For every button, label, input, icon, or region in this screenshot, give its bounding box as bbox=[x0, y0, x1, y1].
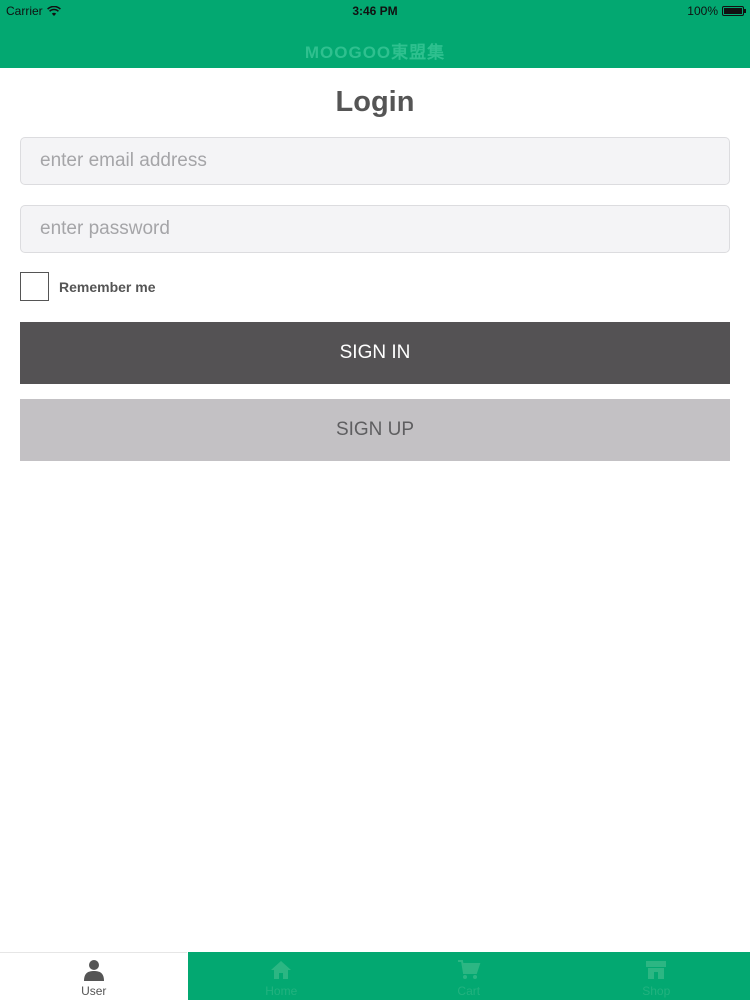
tab-shop-label: Shop bbox=[642, 984, 671, 998]
password-input[interactable] bbox=[20, 205, 730, 253]
tab-shop[interactable]: Shop bbox=[562, 952, 750, 1000]
login-screen: Carrier 3:46 PM 100% MOOGOO東盟集 Login Rem… bbox=[0, 0, 750, 1000]
tab-cart-label: Cart bbox=[457, 984, 481, 998]
tab-user-label: User bbox=[81, 984, 107, 998]
cart-icon bbox=[457, 960, 481, 979]
tab-user[interactable]: User bbox=[0, 952, 188, 1000]
sign-in-button[interactable]: SIGN IN bbox=[20, 322, 730, 384]
tab-home[interactable]: Home bbox=[187, 952, 375, 1000]
battery-indicator: 100% bbox=[687, 4, 746, 18]
status-time: 3:46 PM bbox=[352, 4, 398, 18]
battery-icon bbox=[722, 6, 746, 16]
page-title: Login bbox=[335, 86, 415, 118]
remember-me-checkbox[interactable] bbox=[20, 272, 49, 301]
home-icon bbox=[271, 961, 292, 979]
tab-bar-divider bbox=[0, 952, 187, 953]
battery-percent: 100% bbox=[687, 4, 718, 18]
remember-me-row: Remember me bbox=[20, 272, 156, 301]
top-bar: Carrier 3:46 PM 100% MOOGOO東盟集 bbox=[0, 0, 750, 68]
status-bar: Carrier 3:46 PM 100% bbox=[0, 0, 750, 22]
shop-icon bbox=[646, 961, 667, 979]
tab-home-label: Home bbox=[265, 984, 298, 998]
remember-me-label: Remember me bbox=[59, 278, 156, 295]
tab-cart[interactable]: Cart bbox=[375, 952, 563, 1000]
tab-bar: User Home Cart Shop bbox=[0, 952, 750, 1000]
user-icon bbox=[83, 960, 104, 981]
sign-up-button[interactable]: SIGN UP bbox=[20, 399, 730, 461]
app-title: MOOGOO東盟集 bbox=[304, 43, 446, 62]
email-input[interactable] bbox=[20, 137, 730, 185]
